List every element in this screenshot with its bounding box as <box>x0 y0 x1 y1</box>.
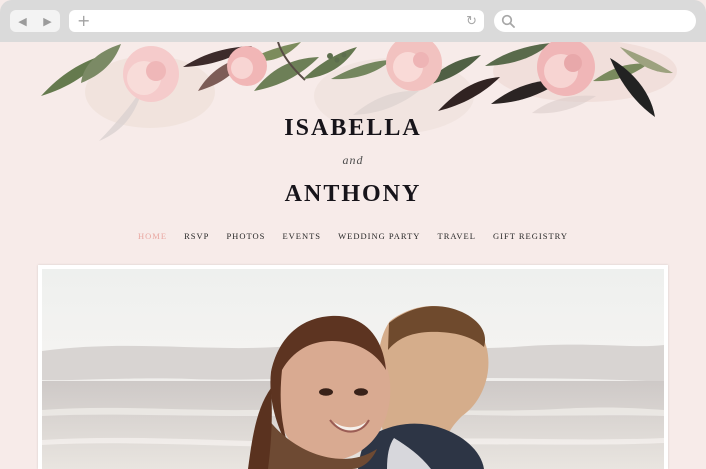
wedding-page: ISABELLA and ANTHONY HOME RSVP PHOTOS EV… <box>0 42 706 469</box>
nav-photos[interactable]: PHOTOS <box>226 231 265 241</box>
reload-icon[interactable]: ↻ <box>466 14 477 29</box>
couple-photo-frame <box>38 265 668 469</box>
nav-home[interactable]: HOME <box>138 231 167 241</box>
plus-icon[interactable]: + <box>77 11 90 30</box>
site-navigation: HOME RSVP PHOTOS EVENTS WEDDING PARTY TR… <box>138 229 568 243</box>
nav-gift-registry[interactable]: GIFT REGISTRY <box>493 231 568 241</box>
nav-wedding-party[interactable]: WEDDING PARTY <box>338 231 420 241</box>
browser-search-field[interactable] <box>494 10 696 32</box>
address-bar[interactable]: + ↻ <box>69 10 484 32</box>
browser-window: ◀ ▶ + ↻ ISABELLA and ANTHONY HOME RSVP P… <box>0 0 706 469</box>
history-buttons: ◀ ▶ <box>10 10 60 32</box>
nav-travel[interactable]: TRAVEL <box>438 231 476 241</box>
forward-arrow-icon[interactable]: ▶ <box>43 16 51 27</box>
nav-rsvp[interactable]: RSVP <box>184 231 209 241</box>
ampersand-script: and <box>342 153 364 167</box>
nav-events[interactable]: EVENTS <box>282 231 321 241</box>
magnifier-icon <box>501 14 515 28</box>
browser-toolbar: ◀ ▶ + ↻ <box>0 0 706 42</box>
partner-name-first: ISABELLA <box>284 115 422 141</box>
couple-photo <box>42 269 664 469</box>
back-arrow-icon[interactable]: ◀ <box>18 16 26 27</box>
partner-name-second: ANTHONY <box>284 181 422 207</box>
